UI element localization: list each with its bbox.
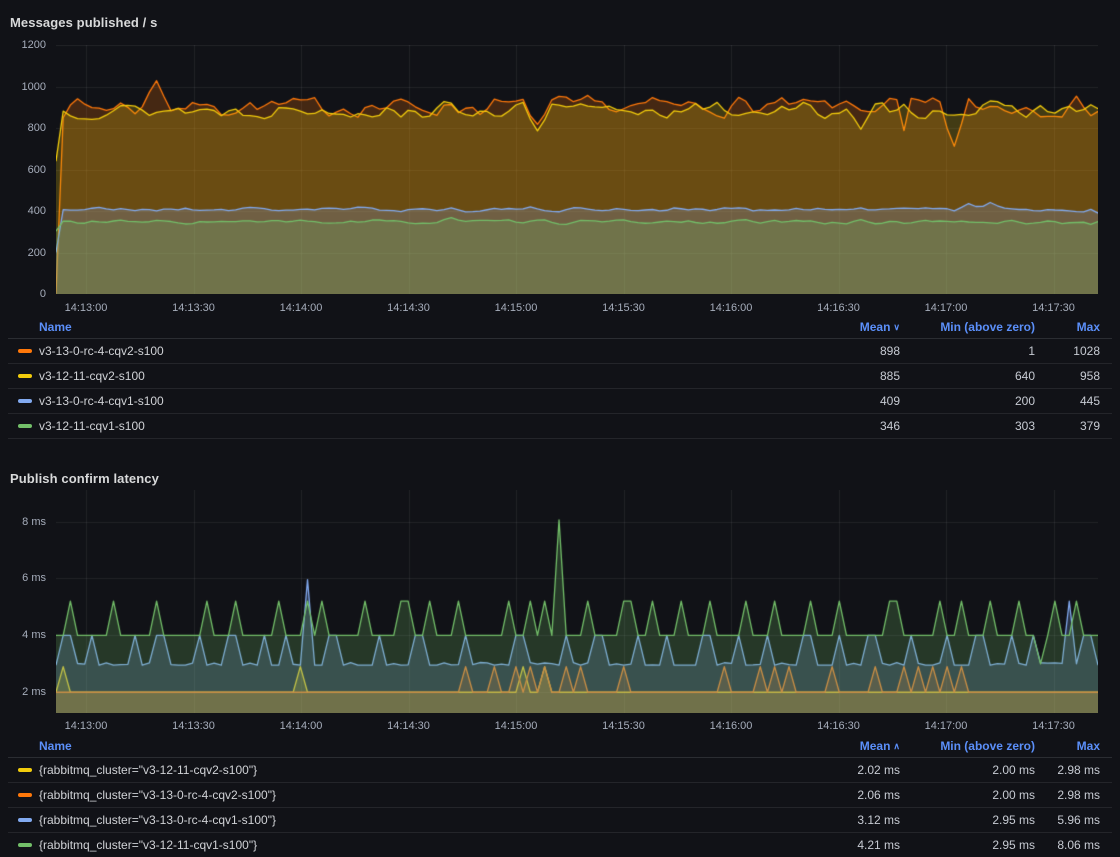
series-color-swatch: [18, 843, 32, 847]
series-name[interactable]: v3-12-11-cqv2-s100: [39, 369, 782, 383]
stat-min: 2.00 ms: [900, 788, 1035, 802]
legend-row: v3-13-0-rc-4-cqv2-s100 898 1 1028: [8, 339, 1112, 364]
x-axis-tick-label: 14:13:00: [50, 719, 122, 733]
series-color-swatch: [18, 424, 32, 428]
stat-min: 2.95 ms: [900, 838, 1035, 852]
stat-max: 2.98 ms: [1035, 788, 1100, 802]
legend-table-latency: Name Mean∧ Min (above zero) Max {rabbitm…: [8, 735, 1112, 857]
legend-header-mean[interactable]: Mean∧: [782, 739, 900, 753]
time-series-plot-area[interactable]: [56, 45, 1098, 294]
stat-max: 958: [1035, 369, 1100, 383]
series-name[interactable]: {rabbitmq_cluster="v3-12-11-cqv2-s100"}: [39, 763, 782, 777]
x-axis-tick-label: 14:16:30: [803, 301, 875, 315]
y-axis-tick-label: 200: [0, 246, 46, 260]
y-axis-tick-label: 0: [0, 287, 46, 301]
x-axis-tick-label: 14:13:00: [50, 301, 122, 315]
sort-desc-icon: ∨: [893, 322, 900, 332]
legend-table-messages: Name Mean∨ Min (above zero) Max v3-13-0-…: [8, 316, 1112, 439]
x-axis-tick-label: 14:13:30: [158, 719, 230, 733]
legend-row: {rabbitmq_cluster="v3-12-11-cqv1-s100"} …: [8, 833, 1112, 857]
x-axis-tick-label: 14:16:00: [695, 719, 767, 733]
series-name[interactable]: v3-12-11-cqv1-s100: [39, 419, 782, 433]
legend-header-min[interactable]: Min (above zero): [900, 320, 1035, 334]
x-axis-tick-label: 14:14:00: [265, 719, 337, 733]
x-axis-tick-label: 14:17:00: [910, 719, 982, 733]
stat-max: 379: [1035, 419, 1100, 433]
series-color-swatch: [18, 374, 32, 378]
stat-min: 200: [900, 394, 1035, 408]
stat-mean: 409: [782, 394, 900, 408]
stat-mean: 2.06 ms: [782, 788, 900, 802]
stat-min: 2.00 ms: [900, 763, 1035, 777]
legend-header-max[interactable]: Max: [1035, 320, 1100, 334]
stat-mean: 3.12 ms: [782, 813, 900, 827]
series-color-swatch: [18, 768, 32, 772]
y-axis-tick-label: 1200: [0, 38, 46, 52]
y-axis-tick-label: 400: [0, 204, 46, 218]
x-axis-tick-label: 14:16:00: [695, 301, 767, 315]
legend-header-max[interactable]: Max: [1035, 739, 1100, 753]
x-axis-tick-label: 14:14:00: [265, 301, 337, 315]
legend-header-min[interactable]: Min (above zero): [900, 739, 1035, 753]
stat-min: 640: [900, 369, 1035, 383]
x-axis-tick-label: 14:16:30: [803, 719, 875, 733]
legend-header-name[interactable]: Name: [39, 320, 782, 334]
series-name[interactable]: {rabbitmq_cluster="v3-12-11-cqv1-s100"}: [39, 838, 782, 852]
stat-mean: 4.21 ms: [782, 838, 900, 852]
grafana-dashboard: Messages published / s 0 200 400 600 800 1000…: [0, 0, 1120, 857]
x-axis-tick-label: 14:15:30: [588, 301, 660, 315]
series-color-swatch: [18, 349, 32, 353]
x-axis-tick-label: 14:15:00: [480, 301, 552, 315]
legend-row: v3-13-0-rc-4-cqv1-s100 409 200 445: [8, 389, 1112, 414]
stat-max: 2.98 ms: [1035, 763, 1100, 777]
y-axis-tick-label: 600: [0, 163, 46, 177]
y-axis-tick-label: 6 ms: [0, 571, 46, 585]
stat-max: 1028: [1035, 344, 1100, 358]
stat-min: 1: [900, 344, 1035, 358]
series-color-swatch: [18, 399, 32, 403]
legend-header-name[interactable]: Name: [39, 739, 782, 753]
panel-title: Messages published / s: [10, 15, 157, 30]
stat-mean: 346: [782, 419, 900, 433]
y-axis-tick-label: 8 ms: [0, 515, 46, 529]
stat-mean: 885: [782, 369, 900, 383]
series-name[interactable]: {rabbitmq_cluster="v3-13-0-rc-4-cqv1-s10…: [39, 813, 782, 827]
stat-mean: 898: [782, 344, 900, 358]
legend-row: {rabbitmq_cluster="v3-13-0-rc-4-cqv2-s10…: [8, 783, 1112, 808]
series-name[interactable]: v3-13-0-rc-4-cqv2-s100: [39, 344, 782, 358]
stat-mean: 2.02 ms: [782, 763, 900, 777]
time-series-plot-area[interactable]: [56, 490, 1098, 713]
x-axis-tick-label: 14:14:30: [373, 719, 445, 733]
stat-max: 445: [1035, 394, 1100, 408]
series-color-swatch: [18, 793, 32, 797]
legend-row: {rabbitmq_cluster="v3-12-11-cqv2-s100"} …: [8, 758, 1112, 783]
legend-row: {rabbitmq_cluster="v3-13-0-rc-4-cqv1-s10…: [8, 808, 1112, 833]
x-axis-tick-label: 14:17:00: [910, 301, 982, 315]
legend-row: v3-12-11-cqv1-s100 346 303 379: [8, 414, 1112, 439]
x-axis-tick-label: 14:14:30: [373, 301, 445, 315]
y-axis-tick-label: 4 ms: [0, 628, 46, 642]
x-axis-tick-label: 14:17:30: [1018, 719, 1090, 733]
x-axis-tick-label: 14:13:30: [158, 301, 230, 315]
stat-min: 2.95 ms: [900, 813, 1035, 827]
legend-header-row: Name Mean∨ Min (above zero) Max: [8, 316, 1112, 339]
sort-asc-icon: ∧: [893, 741, 900, 751]
x-axis-tick-label: 14:17:30: [1018, 301, 1090, 315]
legend-row: v3-12-11-cqv2-s100 885 640 958: [8, 364, 1112, 389]
y-axis-tick-label: 2 ms: [0, 685, 46, 699]
x-axis-tick-label: 14:15:00: [480, 719, 552, 733]
stat-max: 8.06 ms: [1035, 838, 1100, 852]
legend-header-row: Name Mean∧ Min (above zero) Max: [8, 735, 1112, 758]
x-axis-tick-label: 14:15:30: [588, 719, 660, 733]
y-axis-tick-label: 1000: [0, 80, 46, 94]
series-color-swatch: [18, 818, 32, 822]
stat-min: 303: [900, 419, 1035, 433]
panel-title: Publish confirm latency: [10, 471, 159, 486]
y-axis-tick-label: 800: [0, 121, 46, 135]
stat-max: 5.96 ms: [1035, 813, 1100, 827]
series-name[interactable]: {rabbitmq_cluster="v3-13-0-rc-4-cqv2-s10…: [39, 788, 782, 802]
legend-header-mean[interactable]: Mean∨: [782, 320, 900, 334]
series-name[interactable]: v3-13-0-rc-4-cqv1-s100: [39, 394, 782, 408]
